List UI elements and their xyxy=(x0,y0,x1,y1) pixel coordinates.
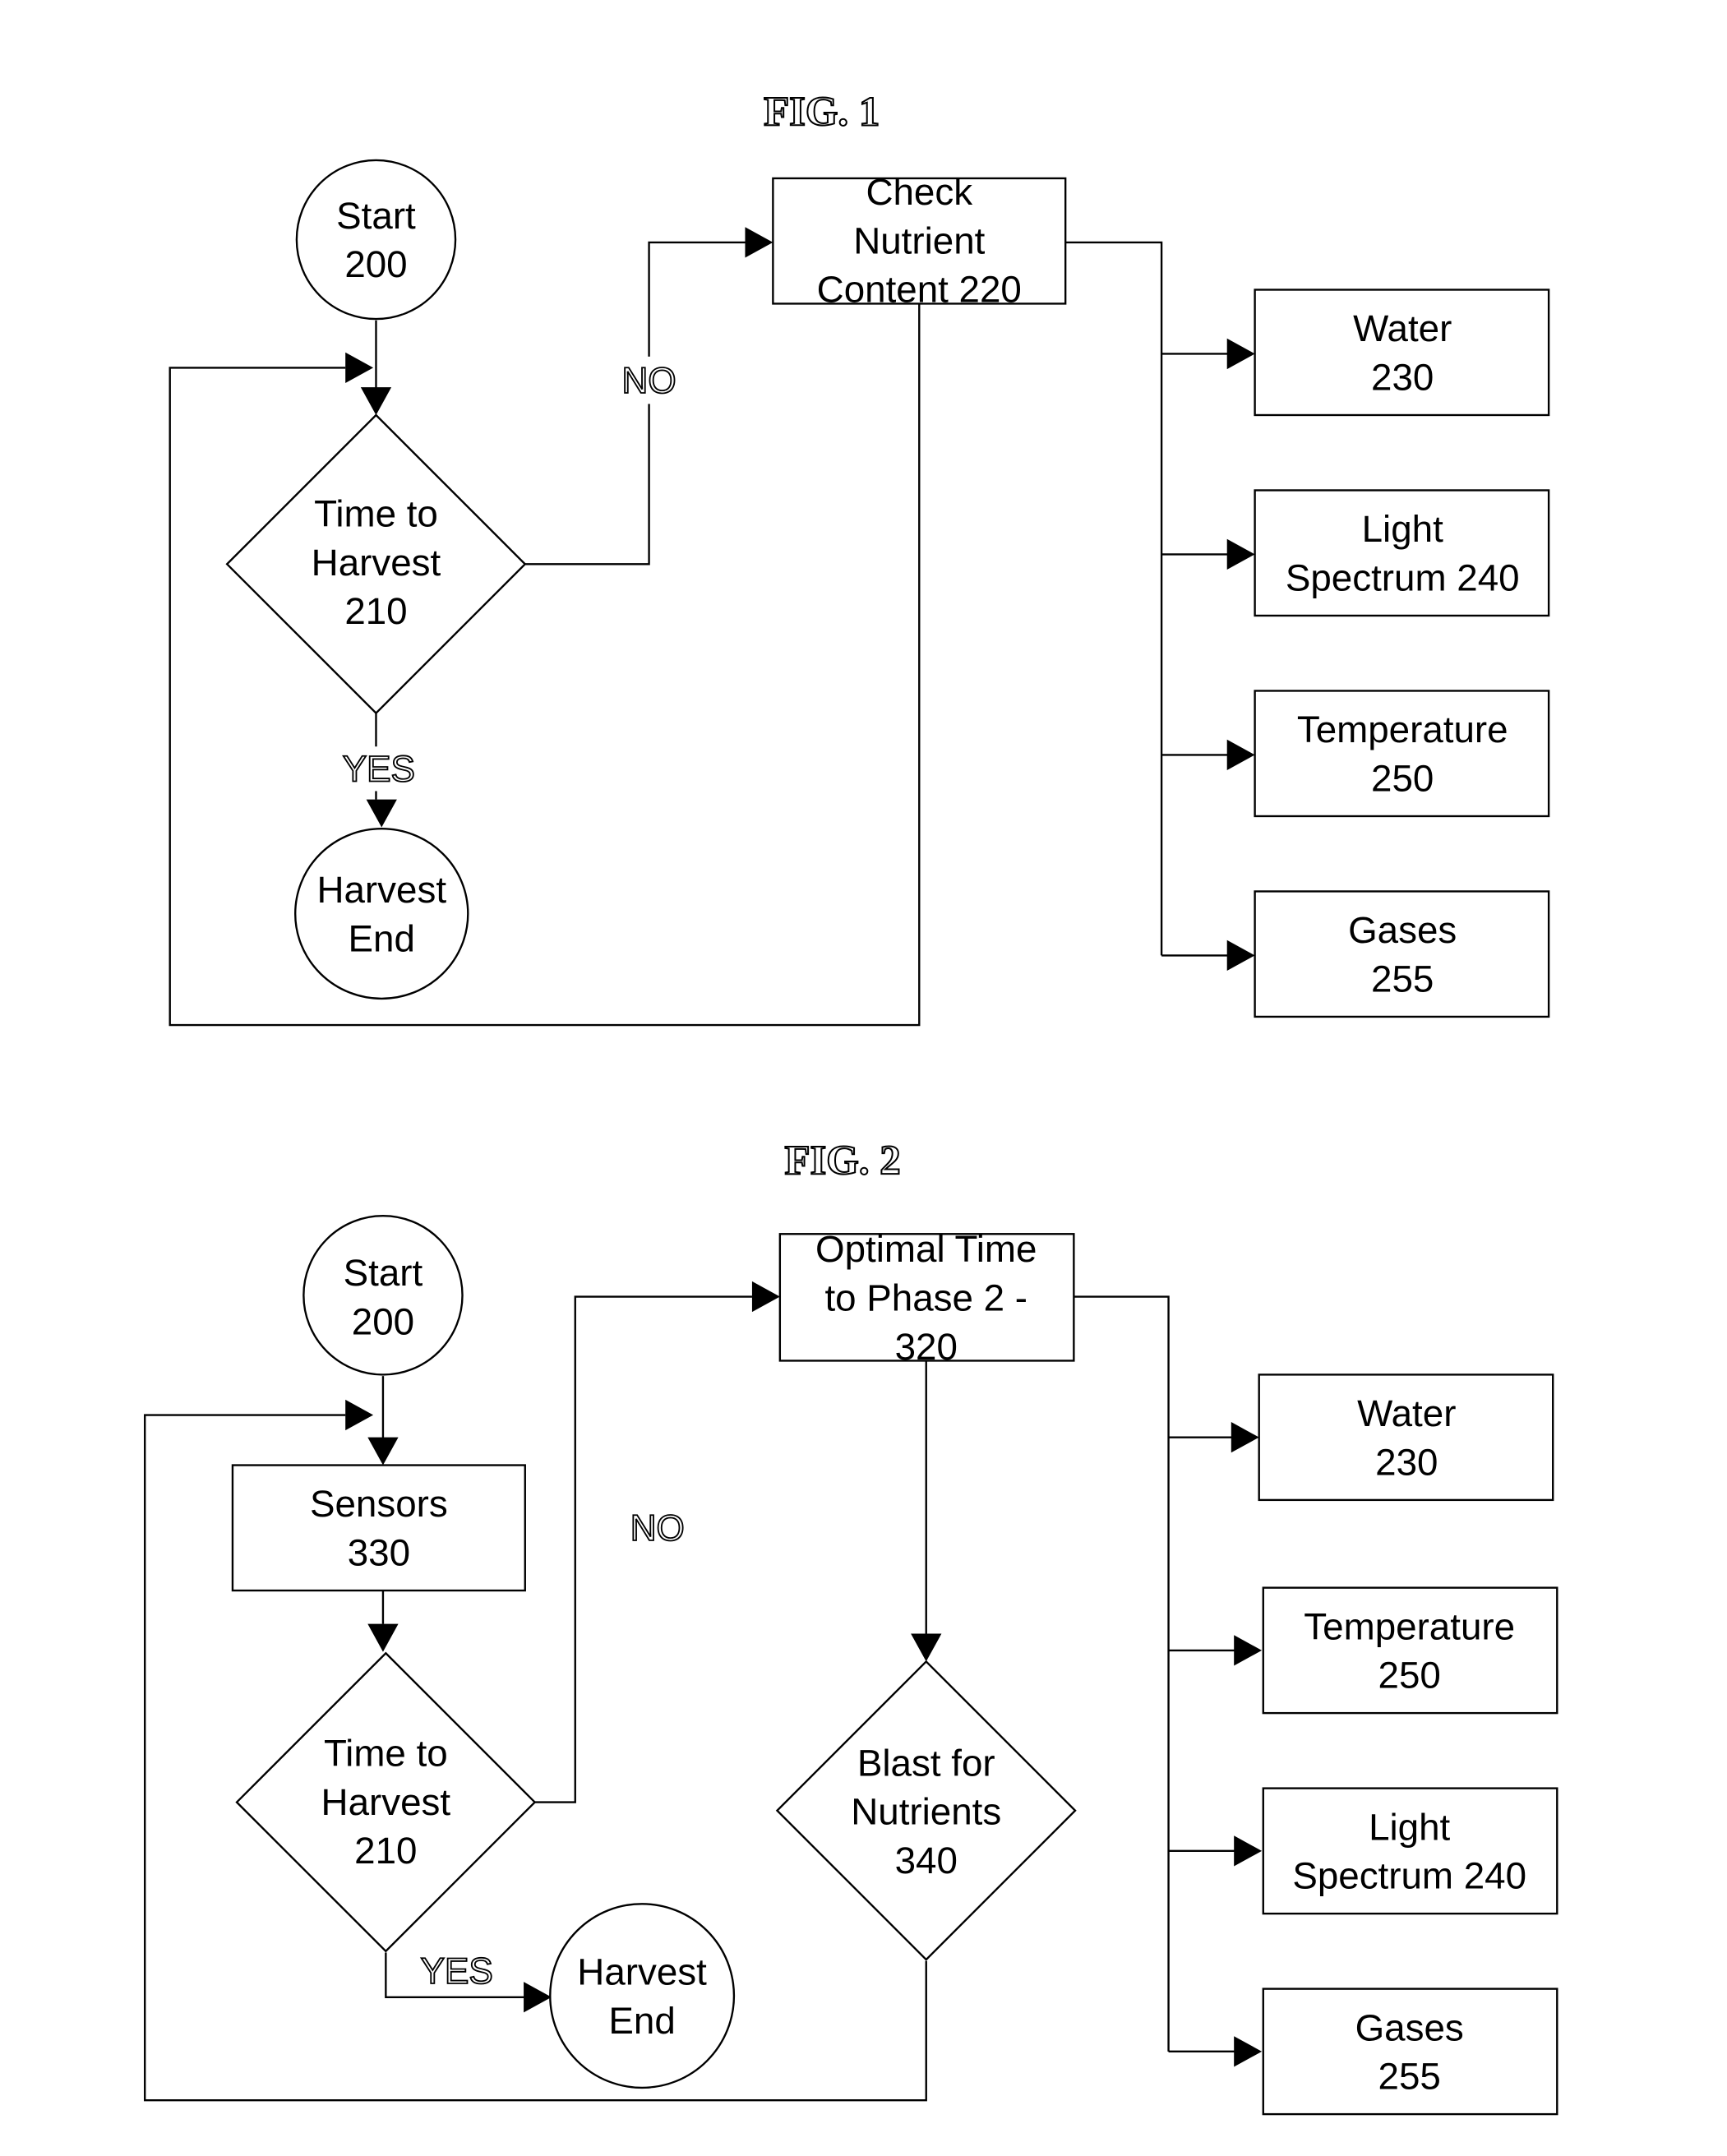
arrow-head-icon xyxy=(1226,338,1255,370)
output-node-water[interactable]: Water 230 xyxy=(1254,289,1550,417)
svg-text:320: 320 xyxy=(895,1326,958,1368)
output-node-light-spectrum[interactable]: Light Spectrum 240 xyxy=(1262,1787,1558,1915)
decision-node-blast-for-nutrients[interactable]: Blast for Nutrients 340 xyxy=(775,1660,1077,1961)
svg-text:255: 255 xyxy=(1371,958,1434,1000)
connector-loop-back xyxy=(169,303,921,1027)
sensors-node[interactable]: Sensors 330 xyxy=(231,1464,526,1592)
svg-text:Light: Light xyxy=(1369,1806,1450,1848)
svg-text:Content 220: Content 220 xyxy=(817,269,1022,311)
figure-2: FIG. 2 Start 200 Sensors 330 Time to Har… xyxy=(144,1136,1558,2116)
svg-text:Harvest: Harvest xyxy=(321,1781,451,1823)
svg-text:340: 340 xyxy=(895,1840,958,1881)
arrow-head-icon xyxy=(367,1437,399,1466)
output-node-water[interactable]: Water 230 xyxy=(1258,1373,1554,1502)
svg-text:Optimal Time: Optimal Time xyxy=(815,1228,1037,1270)
arrow-head-icon xyxy=(751,1281,780,1313)
arrow-head-icon xyxy=(1234,2036,1263,2067)
edge-label-no: NO xyxy=(630,1508,685,1549)
svg-text:250: 250 xyxy=(1378,1655,1441,1697)
svg-text:200: 200 xyxy=(352,1300,414,1342)
arrow-head-icon xyxy=(345,352,374,384)
connector-trunk xyxy=(1074,1295,1170,2052)
svg-text:Water: Water xyxy=(1357,1392,1456,1434)
svg-text:Water: Water xyxy=(1353,307,1452,349)
figure-1: FIG. 1 Start 200 Time to Harvest 210 Har… xyxy=(169,88,1550,1027)
decision-node-time-to-harvest[interactable]: Time to Harvest 210 xyxy=(235,1651,537,1953)
arrow-head-icon xyxy=(345,1399,374,1431)
process-node-optimal-time[interactable]: Optimal Time to Phase 2 - 320 xyxy=(778,1228,1075,1368)
svg-text:Harvest: Harvest xyxy=(312,542,441,584)
svg-text:Gases: Gases xyxy=(1355,2006,1464,2048)
svg-text:to Phase 2 -: to Phase 2 - xyxy=(824,1277,1027,1318)
harvest-end-node[interactable]: Harvest End xyxy=(549,1903,736,2089)
arrow-head-icon xyxy=(1234,1635,1263,1666)
start-node[interactable]: Start 200 xyxy=(302,1215,464,1376)
output-node-temperature[interactable]: Temperature 250 xyxy=(1254,690,1550,818)
svg-text:Time to: Time to xyxy=(324,1733,448,1775)
arrow-head-icon xyxy=(911,1633,942,1662)
edge-label-yes: YES xyxy=(343,750,415,790)
svg-text:End: End xyxy=(349,917,415,959)
arrow-head-icon xyxy=(1231,1422,1259,1453)
flowchart-canvas: FIG. 1 Start 200 Time to Harvest 210 Har… xyxy=(144,88,1558,2116)
svg-text:Gases: Gases xyxy=(1348,909,1457,951)
svg-text:Nutrients: Nutrients xyxy=(851,1791,1001,1833)
connector-trunk xyxy=(1065,241,1163,956)
svg-text:230: 230 xyxy=(1371,356,1434,398)
svg-text:200: 200 xyxy=(344,243,407,285)
arrow-head-icon xyxy=(745,227,773,258)
arrow-head-icon xyxy=(360,387,392,415)
svg-text:Harvest: Harvest xyxy=(316,869,446,911)
edge-label-no: NO xyxy=(622,361,676,401)
figure-1-title: FIG. 1 xyxy=(764,89,880,135)
output-node-gases[interactable]: Gases 255 xyxy=(1262,1987,1558,2116)
svg-text:Spectrum 240: Spectrum 240 xyxy=(1286,556,1520,598)
svg-text:Start: Start xyxy=(344,1252,423,1294)
arrow-head-icon xyxy=(1226,538,1255,570)
output-node-temperature[interactable]: Temperature 250 xyxy=(1262,1586,1558,1715)
harvest-end-node[interactable]: Harvest End xyxy=(294,828,469,1000)
svg-text:230: 230 xyxy=(1375,1441,1438,1483)
svg-text:Blast for: Blast for xyxy=(857,1742,995,1784)
svg-text:Start: Start xyxy=(336,195,416,237)
figure-2-title: FIG. 2 xyxy=(784,1137,900,1183)
arrow-head-icon xyxy=(1226,739,1255,771)
svg-text:End: End xyxy=(608,2000,675,2042)
arrow-head-icon xyxy=(1234,1835,1263,1867)
arrow-head-icon xyxy=(1226,939,1255,972)
arrow-head-icon xyxy=(367,1623,399,1652)
start-node[interactable]: Start 200 xyxy=(295,159,457,321)
svg-text:255: 255 xyxy=(1378,2056,1441,2098)
svg-text:Temperature: Temperature xyxy=(1297,709,1508,750)
process-node-check-nutrient[interactable]: Check Nutrient Content 220 xyxy=(772,171,1067,311)
svg-text:Light: Light xyxy=(1362,508,1443,550)
svg-text:250: 250 xyxy=(1371,757,1434,799)
svg-text:Check: Check xyxy=(866,171,972,213)
svg-text:330: 330 xyxy=(348,1532,410,1574)
svg-text:Harvest: Harvest xyxy=(577,1951,707,1993)
svg-text:Nutrient: Nutrient xyxy=(853,219,985,261)
output-node-light-spectrum[interactable]: Light Spectrum 240 xyxy=(1254,489,1550,617)
decision-node-time-to-harvest[interactable]: Time to Harvest 210 xyxy=(225,413,527,715)
svg-text:210: 210 xyxy=(354,1830,417,1872)
arrow-head-icon xyxy=(366,799,397,828)
svg-text:Time to: Time to xyxy=(314,493,438,535)
svg-text:210: 210 xyxy=(344,590,407,632)
arrow-head-icon xyxy=(524,1982,552,2013)
svg-text:Temperature: Temperature xyxy=(1304,1605,1515,1647)
connector-no xyxy=(534,1295,752,1803)
output-node-gases[interactable]: Gases 255 xyxy=(1254,890,1550,1018)
svg-text:Spectrum 240: Spectrum 240 xyxy=(1292,1855,1526,1897)
svg-text:Sensors: Sensors xyxy=(310,1483,448,1525)
edge-label-yes: YES xyxy=(421,1951,493,1992)
